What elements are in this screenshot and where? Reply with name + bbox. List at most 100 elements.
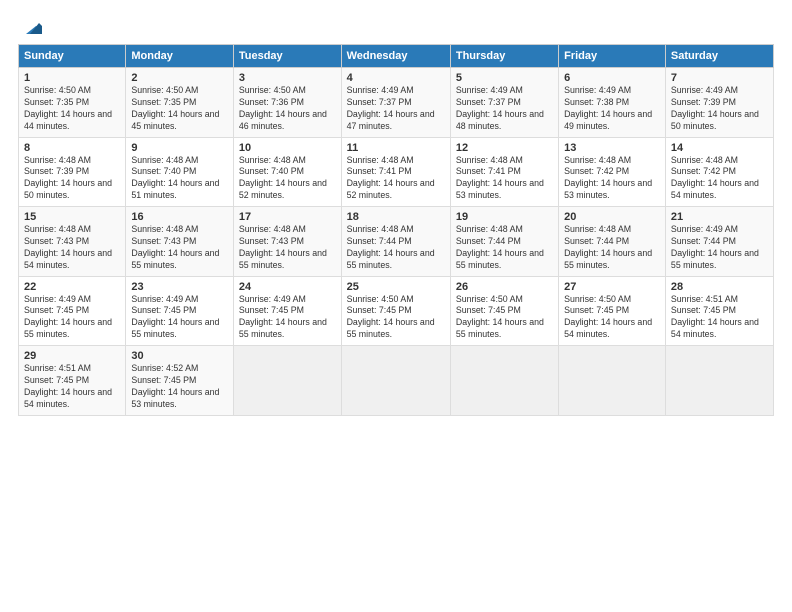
day-info: Sunrise: 4:48 AMSunset: 7:44 PMDaylight:… — [456, 224, 544, 270]
day-number: 17 — [239, 211, 336, 223]
day-number: 10 — [239, 142, 336, 154]
calendar-cell-10: 10Sunrise: 4:48 AMSunset: 7:40 PMDayligh… — [233, 137, 341, 207]
empty-cell — [233, 346, 341, 416]
calendar-cell-8: 8Sunrise: 4:48 AMSunset: 7:39 PMDaylight… — [19, 137, 126, 207]
day-info: Sunrise: 4:48 AMSunset: 7:43 PMDaylight:… — [24, 224, 112, 270]
calendar-cell-21: 21Sunrise: 4:49 AMSunset: 7:44 PMDayligh… — [665, 207, 773, 277]
empty-cell — [341, 346, 450, 416]
day-info: Sunrise: 4:49 AMSunset: 7:44 PMDaylight:… — [671, 224, 759, 270]
day-info: Sunrise: 4:49 AMSunset: 7:37 PMDaylight:… — [347, 85, 435, 131]
day-info: Sunrise: 4:50 AMSunset: 7:36 PMDaylight:… — [239, 85, 327, 131]
calendar-cell-18: 18Sunrise: 4:48 AMSunset: 7:44 PMDayligh… — [341, 207, 450, 277]
day-number: 4 — [347, 72, 445, 84]
day-number: 25 — [347, 281, 445, 293]
col-header-friday: Friday — [559, 45, 666, 68]
day-number: 14 — [671, 142, 768, 154]
calendar-cell-1: 1Sunrise: 4:50 AMSunset: 7:35 PMDaylight… — [19, 68, 126, 138]
day-number: 5 — [456, 72, 553, 84]
day-number: 11 — [347, 142, 445, 154]
day-info: Sunrise: 4:48 AMSunset: 7:42 PMDaylight:… — [671, 155, 759, 201]
col-header-sunday: Sunday — [19, 45, 126, 68]
calendar-cell-13: 13Sunrise: 4:48 AMSunset: 7:42 PMDayligh… — [559, 137, 666, 207]
day-number: 19 — [456, 211, 553, 223]
calendar-cell-20: 20Sunrise: 4:48 AMSunset: 7:44 PMDayligh… — [559, 207, 666, 277]
day-info: Sunrise: 4:48 AMSunset: 7:43 PMDaylight:… — [131, 224, 219, 270]
day-info: Sunrise: 4:49 AMSunset: 7:45 PMDaylight:… — [239, 294, 327, 340]
day-info: Sunrise: 4:50 AMSunset: 7:45 PMDaylight:… — [564, 294, 652, 340]
col-header-monday: Monday — [126, 45, 234, 68]
empty-cell — [665, 346, 773, 416]
day-number: 9 — [131, 142, 228, 154]
calendar-cell-29: 29Sunrise: 4:51 AMSunset: 7:45 PMDayligh… — [19, 346, 126, 416]
calendar-table: SundayMondayTuesdayWednesdayThursdayFrid… — [18, 44, 774, 416]
day-number: 2 — [131, 72, 228, 84]
col-header-tuesday: Tuesday — [233, 45, 341, 68]
calendar-cell-24: 24Sunrise: 4:49 AMSunset: 7:45 PMDayligh… — [233, 276, 341, 346]
day-number: 26 — [456, 281, 553, 293]
calendar-cell-6: 6Sunrise: 4:49 AMSunset: 7:38 PMDaylight… — [559, 68, 666, 138]
day-number: 21 — [671, 211, 768, 223]
day-number: 15 — [24, 211, 120, 223]
day-number: 6 — [564, 72, 660, 84]
day-info: Sunrise: 4:48 AMSunset: 7:42 PMDaylight:… — [564, 155, 652, 201]
day-info: Sunrise: 4:49 AMSunset: 7:37 PMDaylight:… — [456, 85, 544, 131]
day-number: 27 — [564, 281, 660, 293]
calendar-cell-2: 2Sunrise: 4:50 AMSunset: 7:35 PMDaylight… — [126, 68, 234, 138]
day-info: Sunrise: 4:49 AMSunset: 7:45 PMDaylight:… — [24, 294, 112, 340]
col-header-wednesday: Wednesday — [341, 45, 450, 68]
day-number: 7 — [671, 72, 768, 84]
day-number: 18 — [347, 211, 445, 223]
calendar-cell-25: 25Sunrise: 4:50 AMSunset: 7:45 PMDayligh… — [341, 276, 450, 346]
calendar-cell-14: 14Sunrise: 4:48 AMSunset: 7:42 PMDayligh… — [665, 137, 773, 207]
day-info: Sunrise: 4:51 AMSunset: 7:45 PMDaylight:… — [671, 294, 759, 340]
day-info: Sunrise: 4:48 AMSunset: 7:41 PMDaylight:… — [347, 155, 435, 201]
day-number: 1 — [24, 72, 120, 84]
calendar-cell-26: 26Sunrise: 4:50 AMSunset: 7:45 PMDayligh… — [450, 276, 558, 346]
day-info: Sunrise: 4:50 AMSunset: 7:35 PMDaylight:… — [131, 85, 219, 131]
calendar-cell-5: 5Sunrise: 4:49 AMSunset: 7:37 PMDaylight… — [450, 68, 558, 138]
day-number: 24 — [239, 281, 336, 293]
calendar-cell-19: 19Sunrise: 4:48 AMSunset: 7:44 PMDayligh… — [450, 207, 558, 277]
calendar-cell-15: 15Sunrise: 4:48 AMSunset: 7:43 PMDayligh… — [19, 207, 126, 277]
calendar-cell-23: 23Sunrise: 4:49 AMSunset: 7:45 PMDayligh… — [126, 276, 234, 346]
day-info: Sunrise: 4:49 AMSunset: 7:45 PMDaylight:… — [131, 294, 219, 340]
empty-cell — [450, 346, 558, 416]
day-info: Sunrise: 4:48 AMSunset: 7:39 PMDaylight:… — [24, 155, 112, 201]
day-info: Sunrise: 4:51 AMSunset: 7:45 PMDaylight:… — [24, 363, 112, 409]
day-number: 30 — [131, 350, 228, 362]
day-info: Sunrise: 4:48 AMSunset: 7:41 PMDaylight:… — [456, 155, 544, 201]
logo-icon — [20, 16, 42, 38]
day-info: Sunrise: 4:50 AMSunset: 7:45 PMDaylight:… — [347, 294, 435, 340]
calendar-cell-9: 9Sunrise: 4:48 AMSunset: 7:40 PMDaylight… — [126, 137, 234, 207]
day-info: Sunrise: 4:48 AMSunset: 7:40 PMDaylight:… — [239, 155, 327, 201]
day-info: Sunrise: 4:48 AMSunset: 7:40 PMDaylight:… — [131, 155, 219, 201]
day-info: Sunrise: 4:50 AMSunset: 7:45 PMDaylight:… — [456, 294, 544, 340]
calendar-cell-7: 7Sunrise: 4:49 AMSunset: 7:39 PMDaylight… — [665, 68, 773, 138]
day-number: 8 — [24, 142, 120, 154]
calendar-cell-28: 28Sunrise: 4:51 AMSunset: 7:45 PMDayligh… — [665, 276, 773, 346]
day-number: 28 — [671, 281, 768, 293]
day-info: Sunrise: 4:49 AMSunset: 7:38 PMDaylight:… — [564, 85, 652, 131]
day-info: Sunrise: 4:49 AMSunset: 7:39 PMDaylight:… — [671, 85, 759, 131]
calendar-cell-27: 27Sunrise: 4:50 AMSunset: 7:45 PMDayligh… — [559, 276, 666, 346]
calendar-cell-11: 11Sunrise: 4:48 AMSunset: 7:41 PMDayligh… — [341, 137, 450, 207]
col-header-saturday: Saturday — [665, 45, 773, 68]
empty-cell — [559, 346, 666, 416]
day-number: 29 — [24, 350, 120, 362]
day-number: 12 — [456, 142, 553, 154]
calendar-cell-12: 12Sunrise: 4:48 AMSunset: 7:41 PMDayligh… — [450, 137, 558, 207]
calendar-cell-22: 22Sunrise: 4:49 AMSunset: 7:45 PMDayligh… — [19, 276, 126, 346]
calendar-cell-30: 30Sunrise: 4:52 AMSunset: 7:45 PMDayligh… — [126, 346, 234, 416]
day-number: 13 — [564, 142, 660, 154]
day-info: Sunrise: 4:50 AMSunset: 7:35 PMDaylight:… — [24, 85, 112, 131]
col-header-thursday: Thursday — [450, 45, 558, 68]
day-number: 23 — [131, 281, 228, 293]
day-info: Sunrise: 4:48 AMSunset: 7:44 PMDaylight:… — [564, 224, 652, 270]
day-info: Sunrise: 4:52 AMSunset: 7:45 PMDaylight:… — [131, 363, 219, 409]
day-number: 3 — [239, 72, 336, 84]
day-number: 22 — [24, 281, 120, 293]
day-info: Sunrise: 4:48 AMSunset: 7:44 PMDaylight:… — [347, 224, 435, 270]
calendar-cell-16: 16Sunrise: 4:48 AMSunset: 7:43 PMDayligh… — [126, 207, 234, 277]
day-number: 16 — [131, 211, 228, 223]
calendar-cell-17: 17Sunrise: 4:48 AMSunset: 7:43 PMDayligh… — [233, 207, 341, 277]
